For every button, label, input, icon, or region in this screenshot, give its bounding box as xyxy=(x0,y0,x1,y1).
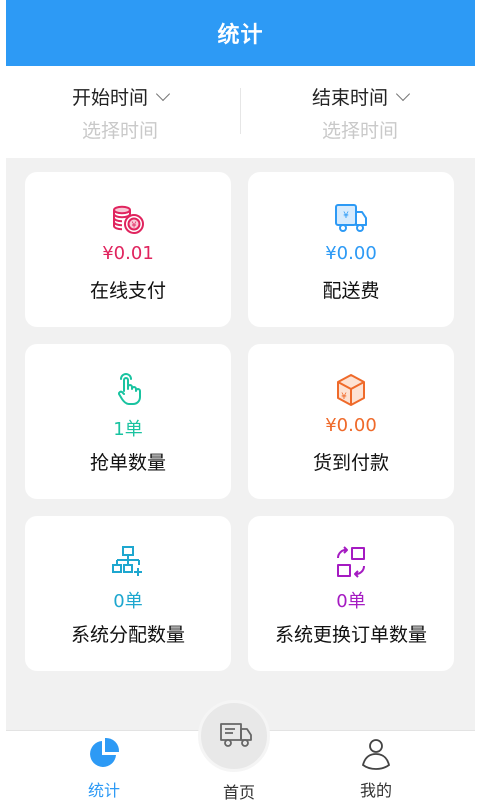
stat-label: 配送费 xyxy=(322,280,380,302)
stat-card-delivery-fee[interactable]: ¥ ¥0.00 配送费 xyxy=(248,172,454,327)
stat-card-online-payment[interactable]: ¥ ¥0.01 在线支付 xyxy=(25,172,231,327)
coins-icon: ¥ xyxy=(113,205,144,234)
tab-stats[interactable]: 统计 xyxy=(54,731,154,801)
tab-home-label: 首页 xyxy=(222,783,255,802)
tab-stats-label: 统计 xyxy=(87,781,120,800)
hierarchy-icon xyxy=(112,546,142,576)
home-center-button[interactable] xyxy=(198,700,270,772)
svg-text:¥: ¥ xyxy=(131,221,136,230)
chevron-down-icon xyxy=(395,86,411,102)
stat-label: 在线支付 xyxy=(89,280,166,302)
swap-orders-icon xyxy=(336,546,366,578)
package-icon: ¥ xyxy=(337,374,365,406)
pie-chart-icon xyxy=(90,737,120,767)
svg-text:¥: ¥ xyxy=(341,392,347,402)
end-time-placeholder: 选择时间 xyxy=(321,120,398,142)
user-icon xyxy=(361,739,391,770)
start-time-label: 开始时间 xyxy=(71,87,148,109)
stat-value: 0单 xyxy=(113,591,143,612)
tab-mine-label: 我的 xyxy=(359,781,392,800)
stat-card-system-swapped-orders[interactable]: 0单 系统更换订单数量 xyxy=(248,516,454,671)
top-header: 统计 xyxy=(6,0,475,66)
end-time-label: 结束时间 xyxy=(311,87,388,109)
stat-value: ¥0.00 xyxy=(325,243,377,264)
chevron-down-icon xyxy=(155,86,171,102)
svg-text:¥: ¥ xyxy=(343,211,349,221)
stat-card-system-assigned[interactable]: 0单 系统分配数量 xyxy=(25,516,231,671)
page-title: 统计 xyxy=(217,23,264,48)
date-filter: 开始时间 选择时间 结束时间 选择时间 xyxy=(0,66,480,158)
stats-grid: ¥ ¥0.01 在线支付 ¥ ¥0.00 配送费 1单 抢单数量 ¥ ¥0.00… xyxy=(6,158,475,730)
stat-card-grab-orders[interactable]: 1单 抢单数量 xyxy=(25,344,231,499)
truck-icon xyxy=(220,723,252,747)
end-time-picker[interactable]: 结束时间 选择时间 xyxy=(240,66,480,158)
stat-label: 货到付款 xyxy=(312,452,389,474)
start-time-placeholder: 选择时间 xyxy=(81,120,158,142)
stat-label: 系统更换订单数量 xyxy=(274,624,427,646)
delivery-truck-icon: ¥ xyxy=(335,204,367,232)
stat-value: 0单 xyxy=(336,591,366,612)
stat-value: 1单 xyxy=(113,419,143,440)
tap-hand-icon xyxy=(118,373,141,405)
stat-label: 系统分配数量 xyxy=(70,624,185,646)
stat-value: ¥0.00 xyxy=(325,415,377,436)
stat-card-cash-on-delivery[interactable]: ¥ ¥0.00 货到付款 xyxy=(248,344,454,499)
stat-label: 抢单数量 xyxy=(89,452,166,474)
start-time-picker[interactable]: 开始时间 选择时间 xyxy=(0,66,240,158)
stat-value: ¥0.01 xyxy=(102,243,154,264)
tab-mine[interactable]: 我的 xyxy=(326,731,426,801)
